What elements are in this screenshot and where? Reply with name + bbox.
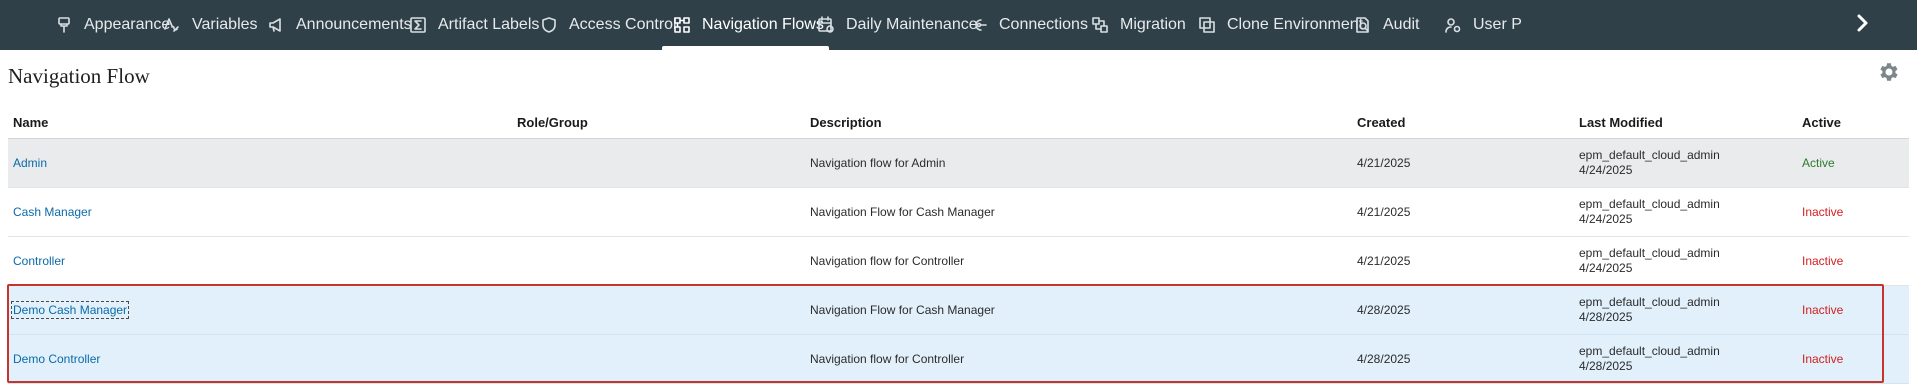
tab-label: Artifact Labels — [438, 16, 540, 33]
modified-date: 4/24/2025 — [1579, 261, 1633, 275]
gear-icon — [1877, 63, 1901, 88]
top-navigation-bar: Appearance Variables Announcements Artif… — [0, 0, 1917, 50]
chevron-right-icon — [1853, 13, 1873, 38]
status-badge: Inactive — [1802, 352, 1844, 366]
modified-date: 4/24/2025 — [1579, 212, 1633, 226]
column-header-active[interactable]: Active — [1802, 115, 1841, 130]
modified-date: 4/28/2025 — [1579, 310, 1633, 324]
tab-label: Appearance — [84, 16, 171, 33]
page-title: Navigation Flow — [8, 64, 150, 88]
created-cell: 4/21/2025 — [1357, 205, 1411, 219]
created-cell: 4/21/2025 — [1357, 156, 1411, 170]
flow-name-link[interactable]: Cash Manager — [13, 205, 92, 219]
scroll-tabs-right-button[interactable] — [1843, 0, 1917, 50]
migration-icon — [1090, 15, 1110, 35]
table-row[interactable]: Admin Navigation flow for Admin 4/21/202… — [8, 139, 1909, 188]
clone-icon — [1197, 15, 1217, 35]
sigma-icon — [408, 15, 428, 35]
tab-artifact-labels[interactable]: Artifact Labels — [408, 0, 539, 50]
tab-label: Variables — [192, 16, 258, 33]
navigation-grid-icon — [672, 15, 692, 35]
tab-label: Access Control — [569, 16, 677, 33]
calendar-gear-icon — [816, 15, 836, 35]
tab-daily-maintenance[interactable]: Daily Maintenance — [816, 0, 978, 50]
tab-access-control[interactable]: Access Control — [539, 0, 677, 50]
tab-label: Daily Maintenance — [846, 16, 978, 33]
shield-icon — [539, 15, 559, 35]
description-cell: Navigation Flow for Cash Manager — [810, 303, 995, 317]
description-cell: Navigation flow for Controller — [810, 352, 965, 366]
user-gear-icon — [1443, 15, 1463, 35]
flow-name-link[interactable]: Controller — [13, 254, 65, 268]
variables-icon — [162, 15, 182, 35]
tab-audit[interactable]: Audit — [1353, 0, 1419, 50]
last-modified-cell: epm_default_cloud_admin 4/24/2025 — [1579, 246, 1720, 276]
tab-label: Navigation Flows — [702, 16, 824, 33]
last-modified-cell: epm_default_cloud_admin 4/24/2025 — [1579, 197, 1720, 227]
tab-label: Connections — [999, 16, 1088, 33]
last-modified-cell: epm_default_cloud_admin 4/28/2025 — [1579, 295, 1720, 325]
flow-name-link[interactable]: Demo Controller — [13, 352, 100, 366]
table-row[interactable]: Cash Manager Navigation Flow for Cash Ma… — [8, 188, 1909, 237]
tab-appearance[interactable]: Appearance — [54, 0, 170, 50]
table-row[interactable]: Demo Controller Navigation flow for Cont… — [8, 335, 1909, 384]
tab-overflow-fade — [1795, 0, 1843, 50]
status-badge: Active — [1802, 156, 1835, 170]
connections-icon — [969, 15, 989, 35]
created-cell: 4/28/2025 — [1357, 352, 1411, 366]
created-cell: 4/28/2025 — [1357, 303, 1411, 317]
column-header-created[interactable]: Created — [1357, 115, 1405, 130]
modified-by: epm_default_cloud_admin — [1579, 197, 1720, 211]
tab-connections[interactable]: Connections — [969, 0, 1088, 50]
tab-announcements[interactable]: Announcements — [266, 0, 412, 50]
tab-migration[interactable]: Migration — [1090, 0, 1186, 50]
megaphone-icon — [266, 15, 286, 35]
selected-tab-indicator — [662, 46, 829, 50]
table-row[interactable]: Controller Navigation flow for Controlle… — [8, 237, 1909, 286]
column-header-last-modified[interactable]: Last Modified — [1579, 115, 1663, 130]
last-modified-cell: epm_default_cloud_admin 4/24/2025 — [1579, 148, 1720, 178]
table-header: Name Role/Group Description Created Last… — [8, 107, 1909, 139]
column-header-description[interactable]: Description — [810, 115, 882, 130]
tab-label: Clone Environment — [1227, 16, 1364, 33]
tab-user-preferences[interactable]: User P — [1443, 0, 1522, 50]
audit-icon — [1353, 15, 1373, 35]
column-header-name[interactable]: Name — [13, 115, 48, 130]
status-badge: Inactive — [1802, 303, 1844, 317]
navigation-flow-table: Name Role/Group Description Created Last… — [8, 107, 1909, 384]
status-badge: Inactive — [1802, 254, 1844, 268]
tab-label: Announcements — [296, 16, 412, 33]
description-cell: Navigation flow for Admin — [810, 156, 946, 170]
tab-variables[interactable]: Variables — [162, 0, 258, 50]
tab-label: Migration — [1120, 16, 1186, 33]
tab-navigation-flows[interactable]: Navigation Flows — [662, 0, 829, 50]
modified-date: 4/24/2025 — [1579, 163, 1633, 177]
flow-name-link[interactable]: Admin — [13, 156, 47, 170]
tab-label: User P — [1473, 16, 1522, 33]
table-row[interactable]: Demo Cash Manager Navigation Flow for Ca… — [8, 286, 1909, 335]
tab-label: Audit — [1383, 16, 1420, 33]
modified-by: epm_default_cloud_admin — [1579, 246, 1720, 260]
modified-by: epm_default_cloud_admin — [1579, 148, 1720, 162]
modified-by: epm_default_cloud_admin — [1579, 344, 1720, 358]
last-modified-cell: epm_default_cloud_admin 4/28/2025 — [1579, 344, 1720, 374]
modified-date: 4/28/2025 — [1579, 359, 1633, 373]
modified-by: epm_default_cloud_admin — [1579, 295, 1720, 309]
paint-brush-icon — [54, 15, 74, 35]
description-cell: Navigation flow for Controller — [810, 254, 965, 268]
created-cell: 4/21/2025 — [1357, 254, 1411, 268]
status-badge: Inactive — [1802, 205, 1844, 219]
column-header-role-group[interactable]: Role/Group — [517, 115, 588, 130]
flow-name-link[interactable]: Demo Cash Manager — [10, 301, 130, 319]
settings-button[interactable] — [1877, 60, 1901, 84]
description-cell: Navigation Flow for Cash Manager — [810, 205, 995, 219]
tab-clone-environment[interactable]: Clone Environment — [1197, 0, 1363, 50]
